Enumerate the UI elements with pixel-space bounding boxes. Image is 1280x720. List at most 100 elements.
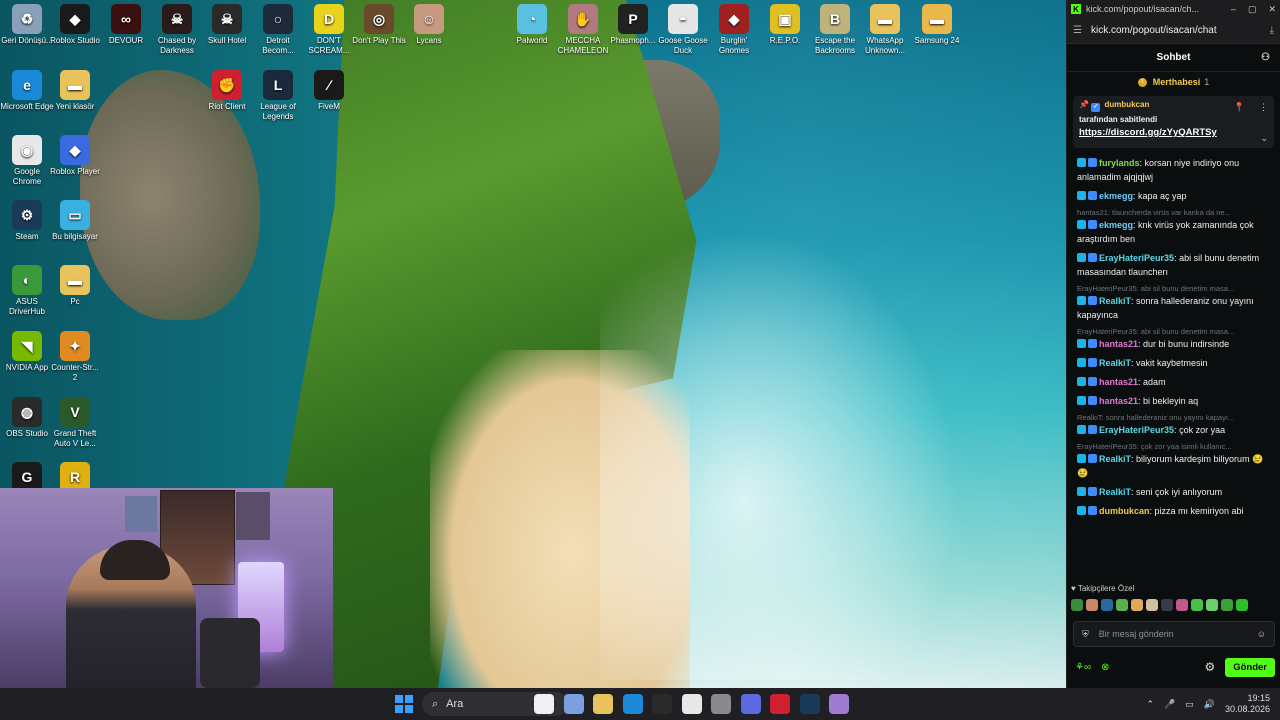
taskbar-app-icon[interactable]	[622, 694, 643, 714]
pinned-link[interactable]: https://discord.gg/zYyQARTSy	[1079, 127, 1268, 138]
taskbar-app-icon[interactable]	[799, 694, 820, 714]
greeting-banner[interactable]: ! Merthabesi 1	[1067, 72, 1280, 92]
chat-message[interactable]: RealkiT: seni çok iyi anlıyorum	[1077, 485, 1272, 499]
desktop-icon[interactable]: ◆ Roblox Studio	[48, 4, 102, 46]
taskbar-app-icon[interactable]	[563, 694, 584, 714]
desktop-icon[interactable]: ◆ Roblox Player	[48, 135, 102, 177]
desktop-icon[interactable]: ▬ Samsung 24	[910, 4, 964, 46]
kick-k-icon[interactable]: ⊗	[1101, 662, 1109, 673]
desktop-icon[interactable]: ▬ Yeni klasör	[48, 70, 102, 112]
microphone-icon[interactable]: 🎤	[1164, 699, 1175, 710]
chat-username[interactable]: RealkiT	[1099, 358, 1131, 368]
desktop-icon[interactable]: ◎ Don't Play This	[352, 4, 406, 46]
chat-message[interactable]: ErayHateriPeur35: çok zor yaa isimli kul…	[1077, 442, 1272, 480]
desktop-icon[interactable]: P Phasmoph...	[606, 4, 660, 46]
desktop-icon[interactable]: ○ Detroit Becom...	[251, 4, 305, 56]
taskbar-app-icon[interactable]	[829, 694, 849, 714]
chat-message[interactable]: furylands: korsan niye indiriyo onu anla…	[1077, 156, 1272, 184]
download-icon[interactable]: ⤓	[1270, 25, 1274, 36]
taskbar-app-icon[interactable]	[711, 694, 731, 714]
pinned-message[interactable]: 📌 ✓ dumbukcan tarafından sabitlendi http…	[1073, 96, 1274, 148]
chat-username[interactable]: furylands	[1099, 158, 1140, 168]
reply-preview[interactable]: ErayHateriPeur35: çok zor yaa isimli kul…	[1077, 442, 1272, 452]
volume-icon[interactable]: 🔊	[1204, 699, 1215, 710]
chat-message[interactable]: ErayHateriPeur35: abi sil bunu denetim m…	[1077, 327, 1272, 351]
desktop-icon[interactable]: D DON'T SCREAM...	[302, 4, 356, 56]
emote-icon[interactable]	[1221, 599, 1233, 611]
desktop-icon[interactable]: ☺ Lycans	[402, 4, 456, 46]
taskbar-app-icon[interactable]	[593, 694, 613, 714]
desktop-icon[interactable]: B Escape the Backrooms	[808, 4, 862, 56]
desktop-icon[interactable]: ☠ Skull Hotel	[200, 4, 254, 46]
message-composer[interactable]: ⛨ Bir mesaj gönderin ☺	[1073, 621, 1275, 647]
desktop-icon[interactable]: ⚙ Steam	[0, 200, 54, 242]
start-button[interactable]	[395, 695, 413, 713]
reply-preview[interactable]: ErayHateriPeur35: abi sil bunu denetim m…	[1077, 327, 1272, 337]
chat-username[interactable]: dumbukcan	[1099, 506, 1150, 516]
chat-username[interactable]: ErayHateriPeur35	[1099, 253, 1174, 263]
desktop-icon[interactable]: ☠ Chased by Darkness	[150, 4, 204, 56]
chat-username[interactable]: hantas21	[1099, 339, 1138, 349]
desktop-icon[interactable]: ▭ Bu bilgisayar	[48, 200, 102, 242]
chat-username[interactable]: RealkiT	[1099, 296, 1131, 306]
minimize-icon[interactable]: –	[1231, 4, 1236, 15]
reply-preview[interactable]: ErayHateriPeur35: abi sil bunu denetim m…	[1077, 284, 1272, 294]
desktop-icon[interactable]: ◔ Palworld	[505, 4, 559, 46]
taskbar-app-icon[interactable]	[770, 694, 790, 714]
desktop-icon[interactable]: ◓ Goose Goose Duck	[656, 4, 710, 56]
chat-message[interactable]: ErayHateriPeur35: abi sil bunu denetim m…	[1077, 251, 1272, 279]
desktop-icon[interactable]: ◍ OBS Studio	[0, 397, 54, 439]
chat-message[interactable]: hantas21: tlauncherda virüs var kanka da…	[1077, 208, 1272, 246]
desktop-icon[interactable]: ◐ ASUS DriverHub	[0, 265, 54, 317]
reply-preview[interactable]: hantas21: tlauncherda virüs var kanka da…	[1077, 208, 1272, 218]
chat-username[interactable]: ekmegg	[1099, 191, 1133, 201]
emote-icon[interactable]	[1101, 599, 1113, 611]
chat-username[interactable]: ekmegg	[1099, 220, 1133, 230]
chat-message[interactable]: ErayHateriPeur35: abi sil bunu denetim m…	[1077, 284, 1272, 322]
chat-message[interactable]: RealkiT: vakit kaybetmesin	[1077, 356, 1272, 370]
taskbar-app-icon[interactable]	[652, 694, 672, 714]
chat-message[interactable]: hantas21: bi bekleyin aq	[1077, 394, 1272, 408]
users-icon[interactable]: ⚇	[1261, 52, 1270, 63]
emote-icon[interactable]	[1176, 599, 1188, 611]
close-icon[interactable]: ✕	[1268, 4, 1276, 15]
emote-icon[interactable]	[1116, 599, 1128, 611]
emoji-icon[interactable]: ☺	[1257, 629, 1266, 639]
desktop-icon[interactable]: ▬ WhatsApp Unknown...	[858, 4, 912, 56]
network-icon[interactable]: ▭	[1185, 699, 1194, 710]
chat-username[interactable]: ErayHateriPeur35	[1099, 425, 1174, 435]
gear-icon[interactable]: ⚙	[1204, 660, 1215, 674]
emote-icon[interactable]	[1086, 599, 1098, 611]
emote-icon[interactable]	[1206, 599, 1218, 611]
pinned-by-user[interactable]: dumbukcan	[1104, 100, 1149, 109]
unpin-icon[interactable]: 📍	[1234, 102, 1245, 113]
maximize-icon[interactable]: ▢	[1248, 4, 1257, 15]
desktop-icon[interactable]: ✦ Counter-Str... 2	[48, 331, 102, 383]
desktop-icon[interactable]: L League of Legends	[251, 70, 305, 122]
emote-icon[interactable]	[1161, 599, 1173, 611]
chat-username[interactable]: hantas21	[1099, 396, 1138, 406]
message-input[interactable]: Bir mesaj gönderin	[1099, 629, 1174, 639]
chevron-down-icon[interactable]: ⌄	[1260, 133, 1268, 144]
chat-message[interactable]: dumbukcan: pizza mı kemiriyon abi	[1077, 504, 1272, 518]
desktop-icon[interactable]: V Grand Theft Auto V Le...	[48, 397, 102, 449]
taskbar-app-icon[interactable]	[681, 694, 702, 714]
chat-username[interactable]: RealkiT	[1099, 454, 1131, 464]
chat-message[interactable]: RealkiT: sonra hallederaniz onu yayını k…	[1077, 413, 1272, 437]
chat-message[interactable]: ekmegg: kapa aç yap	[1077, 189, 1272, 203]
emote-icon[interactable]	[1131, 599, 1143, 611]
desktop-icon[interactable]: ▬ Pc	[48, 265, 102, 307]
chat-message[interactable]: hantas21: adam	[1077, 375, 1272, 389]
taskbar-clock[interactable]: 19:15 30.08.2026	[1225, 693, 1270, 715]
emote-icon[interactable]	[1191, 599, 1203, 611]
reply-preview[interactable]: RealkiT: sonra hallederaniz onu yayını k…	[1077, 413, 1272, 423]
desktop-icon[interactable]: ◥ NVIDIA App	[0, 331, 54, 373]
desktop-icon[interactable]: ✋ MECCHA CHAMELEON	[556, 4, 610, 56]
send-button[interactable]: Gönder	[1225, 657, 1275, 677]
emote-icon[interactable]	[1236, 599, 1248, 611]
emote-icon[interactable]	[1071, 599, 1083, 611]
site-settings-icon[interactable]: ☰	[1073, 25, 1083, 36]
taskbar-app-icon[interactable]	[740, 694, 761, 714]
chevron-up-icon[interactable]: ⌃	[1146, 699, 1154, 710]
desktop-icon[interactable]: ∞ DEVOUR	[99, 4, 153, 46]
